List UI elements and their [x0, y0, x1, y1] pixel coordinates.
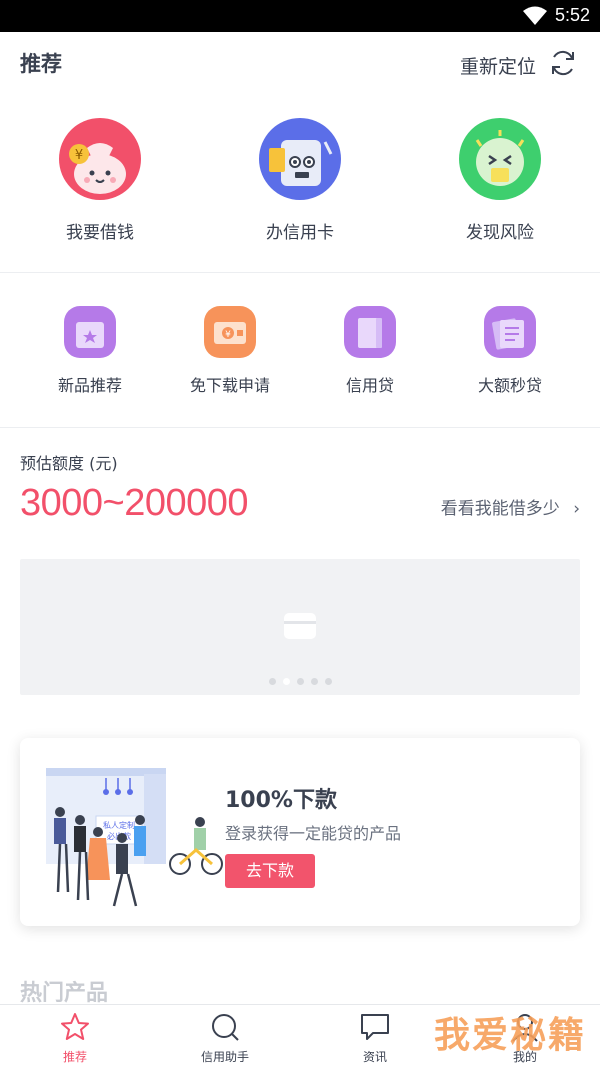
- promo-title: 100%下款: [225, 788, 337, 813]
- page-header: 推荐 重新定位: [0, 32, 600, 94]
- go-loan-button[interactable]: 去下款: [225, 854, 315, 888]
- star-box-icon: [64, 306, 116, 358]
- main-entry-row: ¥ 我要借钱 办信用卡 发现风险: [0, 118, 600, 258]
- relocate-button[interactable]: 重新定位: [460, 52, 536, 79]
- promo-subtitle: 登录获得一定能贷的产品: [225, 824, 402, 843]
- tab-label: 信用助手: [200, 1050, 249, 1064]
- credit-card-monster-icon: [259, 118, 341, 200]
- refresh-icon[interactable]: [548, 48, 578, 78]
- search-icon: [212, 1014, 239, 1041]
- star-icon: [61, 1013, 89, 1040]
- wifi-icon: [523, 6, 547, 25]
- tab-label: 资讯: [362, 1050, 387, 1064]
- carousel-dot[interactable]: [310, 678, 318, 685]
- secondary-entry-row: 新品推荐 ¥ 免下载申请 信用贷 大额秒贷: [0, 306, 600, 406]
- money-bag-icon: ¥: [59, 118, 141, 200]
- entry-label: 信用贷: [345, 376, 394, 395]
- people-crowd-illustration: 私人定制 必出款: [46, 768, 223, 907]
- status-time: 5:52: [554, 5, 590, 25]
- section-divider: [0, 272, 600, 273]
- entry-label: 免下载申请: [189, 376, 270, 395]
- carousel-dots: [20, 678, 580, 685]
- tab-news[interactable]: 资讯: [300, 1005, 450, 1067]
- chat-bubble-icon: [361, 1014, 389, 1040]
- tab-recommend[interactable]: 推荐: [0, 1005, 150, 1067]
- illustration-sign-text: 私人定制: [103, 820, 135, 830]
- entry-no-download-apply[interactable]: ¥ 免下载申请: [155, 306, 305, 396]
- section-divider: [0, 427, 600, 428]
- svg-text:¥: ¥: [225, 330, 231, 340]
- link-label: 看看我能借多少: [440, 499, 560, 519]
- entry-borrow-money[interactable]: ¥ 我要借钱: [20, 118, 180, 243]
- entry-label: 办信用卡: [266, 223, 334, 243]
- estimate-label: 预估额度 (元): [20, 454, 118, 473]
- entry-label: 发现风险: [466, 223, 534, 243]
- estimate-amount: 3000~200000: [20, 482, 249, 524]
- wallet-icon: ¥: [204, 306, 256, 358]
- document-icon: [484, 306, 536, 358]
- carousel-dot[interactable]: [296, 678, 304, 685]
- entry-label: 大额秒贷: [477, 376, 542, 395]
- entry-credit-card[interactable]: 办信用卡: [220, 118, 380, 243]
- svg-text:¥: ¥: [75, 148, 83, 163]
- estimate-section: 预估额度 (元) 3000~200000 看看我能借多少 ›: [20, 450, 580, 524]
- tab-credit-assistant[interactable]: 信用助手: [150, 1005, 300, 1067]
- carousel-dot[interactable]: [282, 678, 290, 685]
- tab-label: 推荐: [62, 1050, 87, 1064]
- carousel-dot[interactable]: [268, 678, 276, 685]
- risk-face-icon: [459, 118, 541, 200]
- carousel-dot[interactable]: [324, 678, 332, 685]
- page-title: 推荐: [20, 52, 62, 76]
- entry-large-instant-loan[interactable]: 大额秒贷: [435, 306, 585, 396]
- book-icon: [344, 306, 396, 358]
- banner-carousel[interactable]: [20, 559, 580, 695]
- entry-label: 新品推荐: [57, 376, 122, 395]
- image-placeholder-icon: [284, 613, 316, 639]
- status-bar: 5:52: [0, 0, 600, 32]
- chevron-right-icon: ›: [573, 499, 580, 519]
- promo-card[interactable]: 私人定制 必出款 100%下款 登录获得一定能贷的产品 去下款: [20, 738, 580, 926]
- watermark-text: 我爱秘籍: [433, 1015, 586, 1056]
- hot-products-heading: 热门产品: [20, 981, 109, 1006]
- entry-new-products[interactable]: 新品推荐: [15, 306, 165, 396]
- check-borrow-amount-link[interactable]: 看看我能借多少 ›: [441, 494, 580, 519]
- entry-credit-loan[interactable]: 信用贷: [295, 306, 445, 396]
- entry-label: 我要借钱: [66, 223, 134, 243]
- entry-risk-check[interactable]: 发现风险: [420, 118, 580, 243]
